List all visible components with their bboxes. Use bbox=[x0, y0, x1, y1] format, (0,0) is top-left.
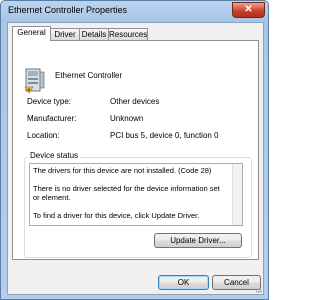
device-status-legend: Device status bbox=[28, 151, 81, 160]
ok-button[interactable]: OK bbox=[158, 275, 209, 290]
status-scrollbar[interactable] bbox=[232, 164, 242, 225]
tab-driver[interactable]: Driver bbox=[50, 28, 80, 40]
device-name: Ethernet Controller bbox=[55, 71, 123, 80]
close-icon: ✕ bbox=[244, 4, 253, 15]
device-type-label: Device type: bbox=[27, 97, 72, 106]
manufacturer-value: Unknown bbox=[110, 114, 144, 123]
resize-grip-icon[interactable] bbox=[254, 285, 262, 293]
network-adapter-icon bbox=[24, 68, 45, 94]
tab-general[interactable]: General bbox=[12, 26, 51, 41]
title-bar[interactable]: Ethernet Controller Properties ✕ bbox=[1, 1, 268, 21]
close-button[interactable]: ✕ bbox=[232, 2, 265, 18]
update-driver-button[interactable]: Update Driver... bbox=[154, 233, 242, 248]
tab-resources[interactable]: Resources bbox=[108, 28, 148, 40]
tab-details[interactable]: Details bbox=[79, 28, 109, 40]
window-title: Ethernet Controller Properties bbox=[8, 5, 128, 15]
manufacturer-label: Manufacturer: bbox=[27, 114, 77, 123]
device-status-textbox[interactable]: The drivers for this device are not inst… bbox=[29, 163, 243, 226]
general-tab-panel: Ethernet Controller Device type: Other d… bbox=[12, 40, 259, 260]
dialog-client-area: General Driver Details Resources Etherne… bbox=[7, 22, 264, 295]
device-status-text: The drivers for this device are not inst… bbox=[33, 166, 220, 220]
location-label: Location: bbox=[27, 131, 60, 140]
device-type-value: Other devices bbox=[110, 97, 160, 106]
location-value: PCI bus 5, device 0, function 0 bbox=[110, 131, 219, 140]
properties-dialog: Ethernet Controller Properties ✕ General… bbox=[0, 0, 269, 300]
